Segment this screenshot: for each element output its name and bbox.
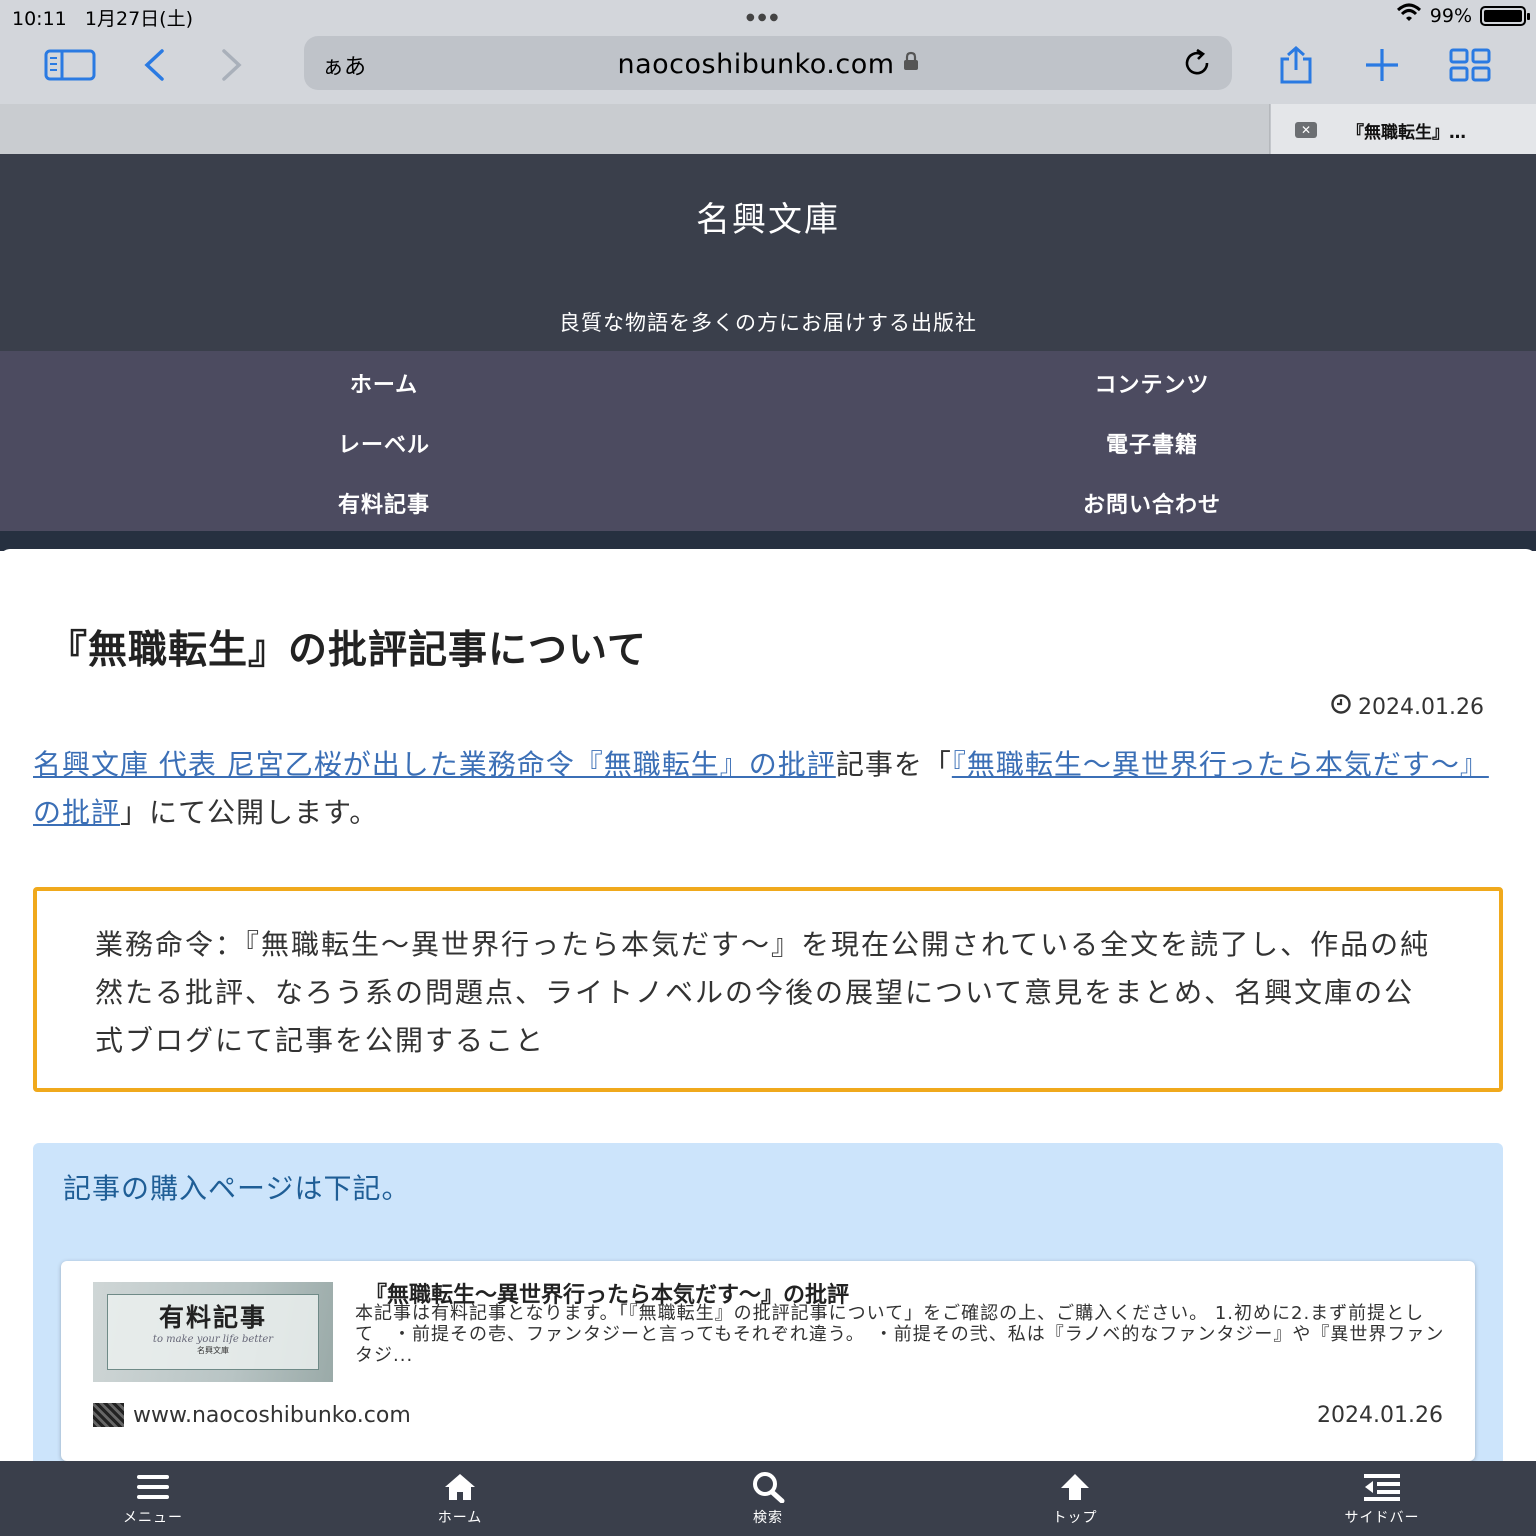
site-favicon [93,1403,124,1427]
forward-icon[interactable] [202,40,262,90]
article-title: 『無職転生』の批評記事について [48,628,647,673]
new-tab-icon[interactable] [1352,40,1412,90]
bottom-nav-home[interactable]: ホーム [380,1469,540,1527]
nav-item-paid-articles[interactable]: 有料記事 [184,487,584,519]
battery-icon [1480,5,1530,26]
status-time: 10:11 1月27日(土) [12,8,193,30]
site-header: 名興文庫 良質な物語を多くの方にお届けする出版社 [0,154,1536,351]
menu-icon [73,1469,233,1505]
bottom-nav-search[interactable]: 検索 [688,1469,848,1527]
bottom-nav-sidebar[interactable]: サイドバー [1302,1469,1462,1527]
multitasking-dots[interactable]: ●●● [746,12,781,23]
nav-divider [0,531,1536,551]
thumbnail-brand: 名興文庫 [197,1346,229,1355]
lock-icon [903,47,919,78]
site-tagline: 良質な物語を多くの方にお届けする出版社 [559,311,977,335]
site-title[interactable]: 名興文庫 [0,192,1536,241]
bottom-nav-menu[interactable]: メニュー [73,1469,233,1527]
back-icon[interactable] [124,40,184,90]
tab-bar: ✕ 『無職転生』… [0,104,1536,154]
global-nav: ホーム コンテンツ レーベル 電子書籍 有料記事 お問い合わせ [0,351,1536,531]
card-date: 2024.01.26 [1317,1403,1443,1428]
battery-percent: 99% [1429,4,1472,27]
purchase-info-box: 記事の購入ページは下記。 有料記事 to make your life bett… [33,1143,1503,1473]
thumbnail-subtitle: to make your life better [152,1334,274,1345]
card-thumbnail[interactable]: 有料記事 to make your life better 名興文庫 [93,1282,333,1382]
nav-item-ebooks[interactable]: 電子書籍 [952,427,1352,459]
order-link[interactable]: 名興文庫 代表 尼宮乙桜が出した業務命令『無職転生』の批評 [33,748,836,781]
share-icon[interactable] [1266,40,1326,90]
clock-icon [1330,693,1352,721]
bottom-nav: メニュー ホーム 検索 トップ サイドバー [0,1461,1536,1536]
tab-overview-icon[interactable] [1440,40,1500,90]
article: 『無職転生』の批評記事について 2024.01.26 名興文庫 代表 尼宮乙桜が… [0,549,1536,1473]
status-bar: 10:11 1月27日(土) ●●● 99% [0,0,1536,30]
card-domain: www.naocoshibunko.com [133,1403,411,1428]
link-card[interactable]: 有料記事 to make your life better 名興文庫 『無職転生… [61,1261,1475,1461]
nav-item-contact[interactable]: お問い合わせ [952,487,1352,519]
sidebar-toggle-icon[interactable] [40,40,100,90]
search-icon [688,1469,848,1505]
address-bar[interactable]: ぁあ naocoshibunko.com [304,36,1232,90]
wifi-icon [1396,3,1422,28]
intro-paragraph: 名興文庫 代表 尼宮乙桜が出した業務命令『無職転生』の批評記事を「『無職転生～異… [33,748,1489,829]
nav-item-home[interactable]: ホーム [184,367,584,399]
business-order-box: 業務命令：『無職転生～異世界行ったら本気だす～』を現在公開されている全文を読了し… [33,887,1503,1092]
thumbnail-title: 有料記事 [158,1303,267,1332]
arrow-up-icon [995,1469,1155,1505]
active-tab[interactable]: ✕ 『無職転生』… [1271,104,1536,154]
article-date: 2024.01.26 [1330,693,1484,721]
tab-title: 『無職転生』… [1347,123,1466,143]
blurred-tabs[interactable] [0,104,1270,154]
home-icon [380,1469,540,1505]
purchase-note: 記事の購入ページは下記。 [63,1172,411,1205]
sidebar-outdent-icon [1302,1469,1462,1505]
browser-toolbar: ぁあ naocoshibunko.com [0,30,1536,104]
url-text: naocoshibunko.com [304,47,1232,80]
card-excerpt: 本記事は有料記事となります。「『無職転生』の批評記事について」をご確認の上、ご購… [355,1303,1445,1366]
nav-item-label[interactable]: レーベル [184,427,584,459]
reload-icon[interactable] [1180,46,1214,84]
tab-close-icon[interactable]: ✕ [1295,122,1317,138]
nav-item-contents[interactable]: コンテンツ [952,367,1352,399]
bottom-nav-top[interactable]: トップ [995,1469,1155,1527]
